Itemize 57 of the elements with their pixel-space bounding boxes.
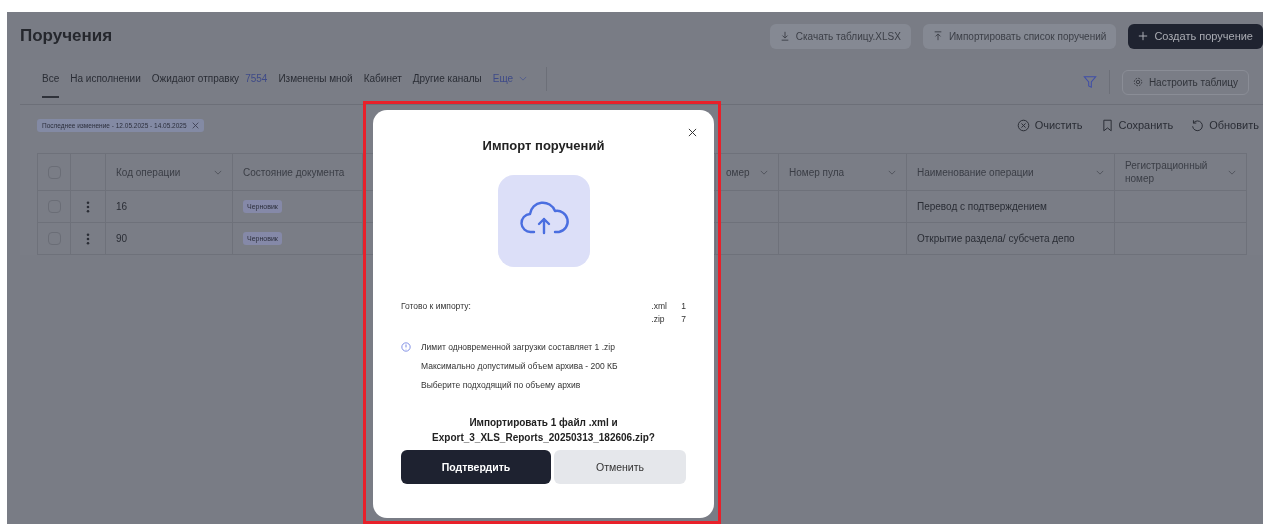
tab[interactable]: Ожидают отправку 7554: [151, 60, 268, 98]
header-button[interactable]: Скачать таблицу.XLSX: [769, 23, 911, 49]
filter-icon[interactable]: [1082, 75, 1097, 89]
column-header: Регистрационный номер: [1125, 159, 1209, 185]
action-button[interactable]: Обновить: [1191, 118, 1259, 132]
clear-icon: [1016, 118, 1030, 132]
table-cell: 90: [116, 233, 128, 244]
chevron-icon[interactable]: [214, 169, 222, 175]
action-button[interactable]: Сохранить: [1100, 118, 1174, 132]
column-header: Наименование операции: [917, 165, 1034, 179]
chevron-icon[interactable]: [1228, 169, 1236, 175]
tab[interactable]: Кабинет: [363, 60, 402, 98]
table-cell: Перевод с подтверждением: [917, 201, 1047, 212]
bookmark-icon: [1100, 118, 1114, 132]
tab[interactable]: Другие каналы: [412, 60, 482, 98]
dialog-title: Импорт поручений: [482, 138, 605, 153]
header-button[interactable]: Импортировать список поручений: [922, 23, 1117, 49]
table-cell: Открытие раздела/ субсчета депо: [917, 233, 1075, 244]
action-button[interactable]: Очистить: [1016, 118, 1083, 132]
file-count: 7: [681, 314, 686, 324]
tab[interactable]: На исполнении: [70, 60, 141, 98]
column-header: омер: [726, 165, 750, 179]
chevron-icon[interactable]: [760, 169, 768, 175]
chevron-icon[interactable]: [888, 169, 896, 175]
confirm-button[interactable]: Подтвердить: [401, 450, 551, 484]
download-icon: [779, 31, 790, 41]
confirm-question: Export_3_XLS_Reports_20250313_182606.zip?: [432, 432, 655, 443]
header-button[interactable]: Создать поручение: [1128, 23, 1263, 49]
note-text: Максимально допустимый объем архива - 200 КБ: [421, 361, 618, 371]
configure-table-button[interactable]: Настроить таблицу: [1121, 69, 1249, 95]
column-header: Код операции: [116, 165, 181, 179]
chevron-icon: [519, 75, 528, 81]
table-cell: 16: [116, 201, 128, 212]
cloud-upload-icon: [497, 175, 590, 267]
more-icon[interactable]: [86, 232, 90, 245]
tab[interactable]: Изменены мной: [278, 60, 353, 98]
confirm-question: Импортировать 1 файл .xml и: [469, 417, 618, 428]
upload-icon: [932, 31, 943, 41]
column-header: Состояние документа: [243, 165, 345, 179]
file-extension: .xml: [651, 301, 668, 311]
note-text: Лимит одновременной загрузки составляет 1 .zip: [421, 342, 616, 352]
file-extension: .zip: [651, 314, 666, 324]
settings-icon: [1132, 77, 1143, 87]
file-count: 1: [681, 301, 686, 311]
close-icon[interactable]: [688, 128, 697, 137]
more-icon[interactable]: [86, 200, 90, 213]
ready-label: Готово к импорту:: [401, 301, 471, 313]
plus-icon: [1138, 31, 1149, 41]
page-title: Поручения: [20, 26, 113, 46]
tab[interactable]: Все: [42, 60, 60, 98]
refresh-icon: [1191, 118, 1205, 132]
column-header: Номер пула: [789, 165, 845, 179]
cancel-button[interactable]: Отменить: [554, 450, 686, 484]
chevron-icon[interactable]: [1096, 169, 1104, 175]
info-icon: [401, 342, 411, 352]
note-text: Выберите подходящий по объему архив: [421, 380, 582, 390]
more-tab[interactable]: Еще: [492, 60, 528, 98]
